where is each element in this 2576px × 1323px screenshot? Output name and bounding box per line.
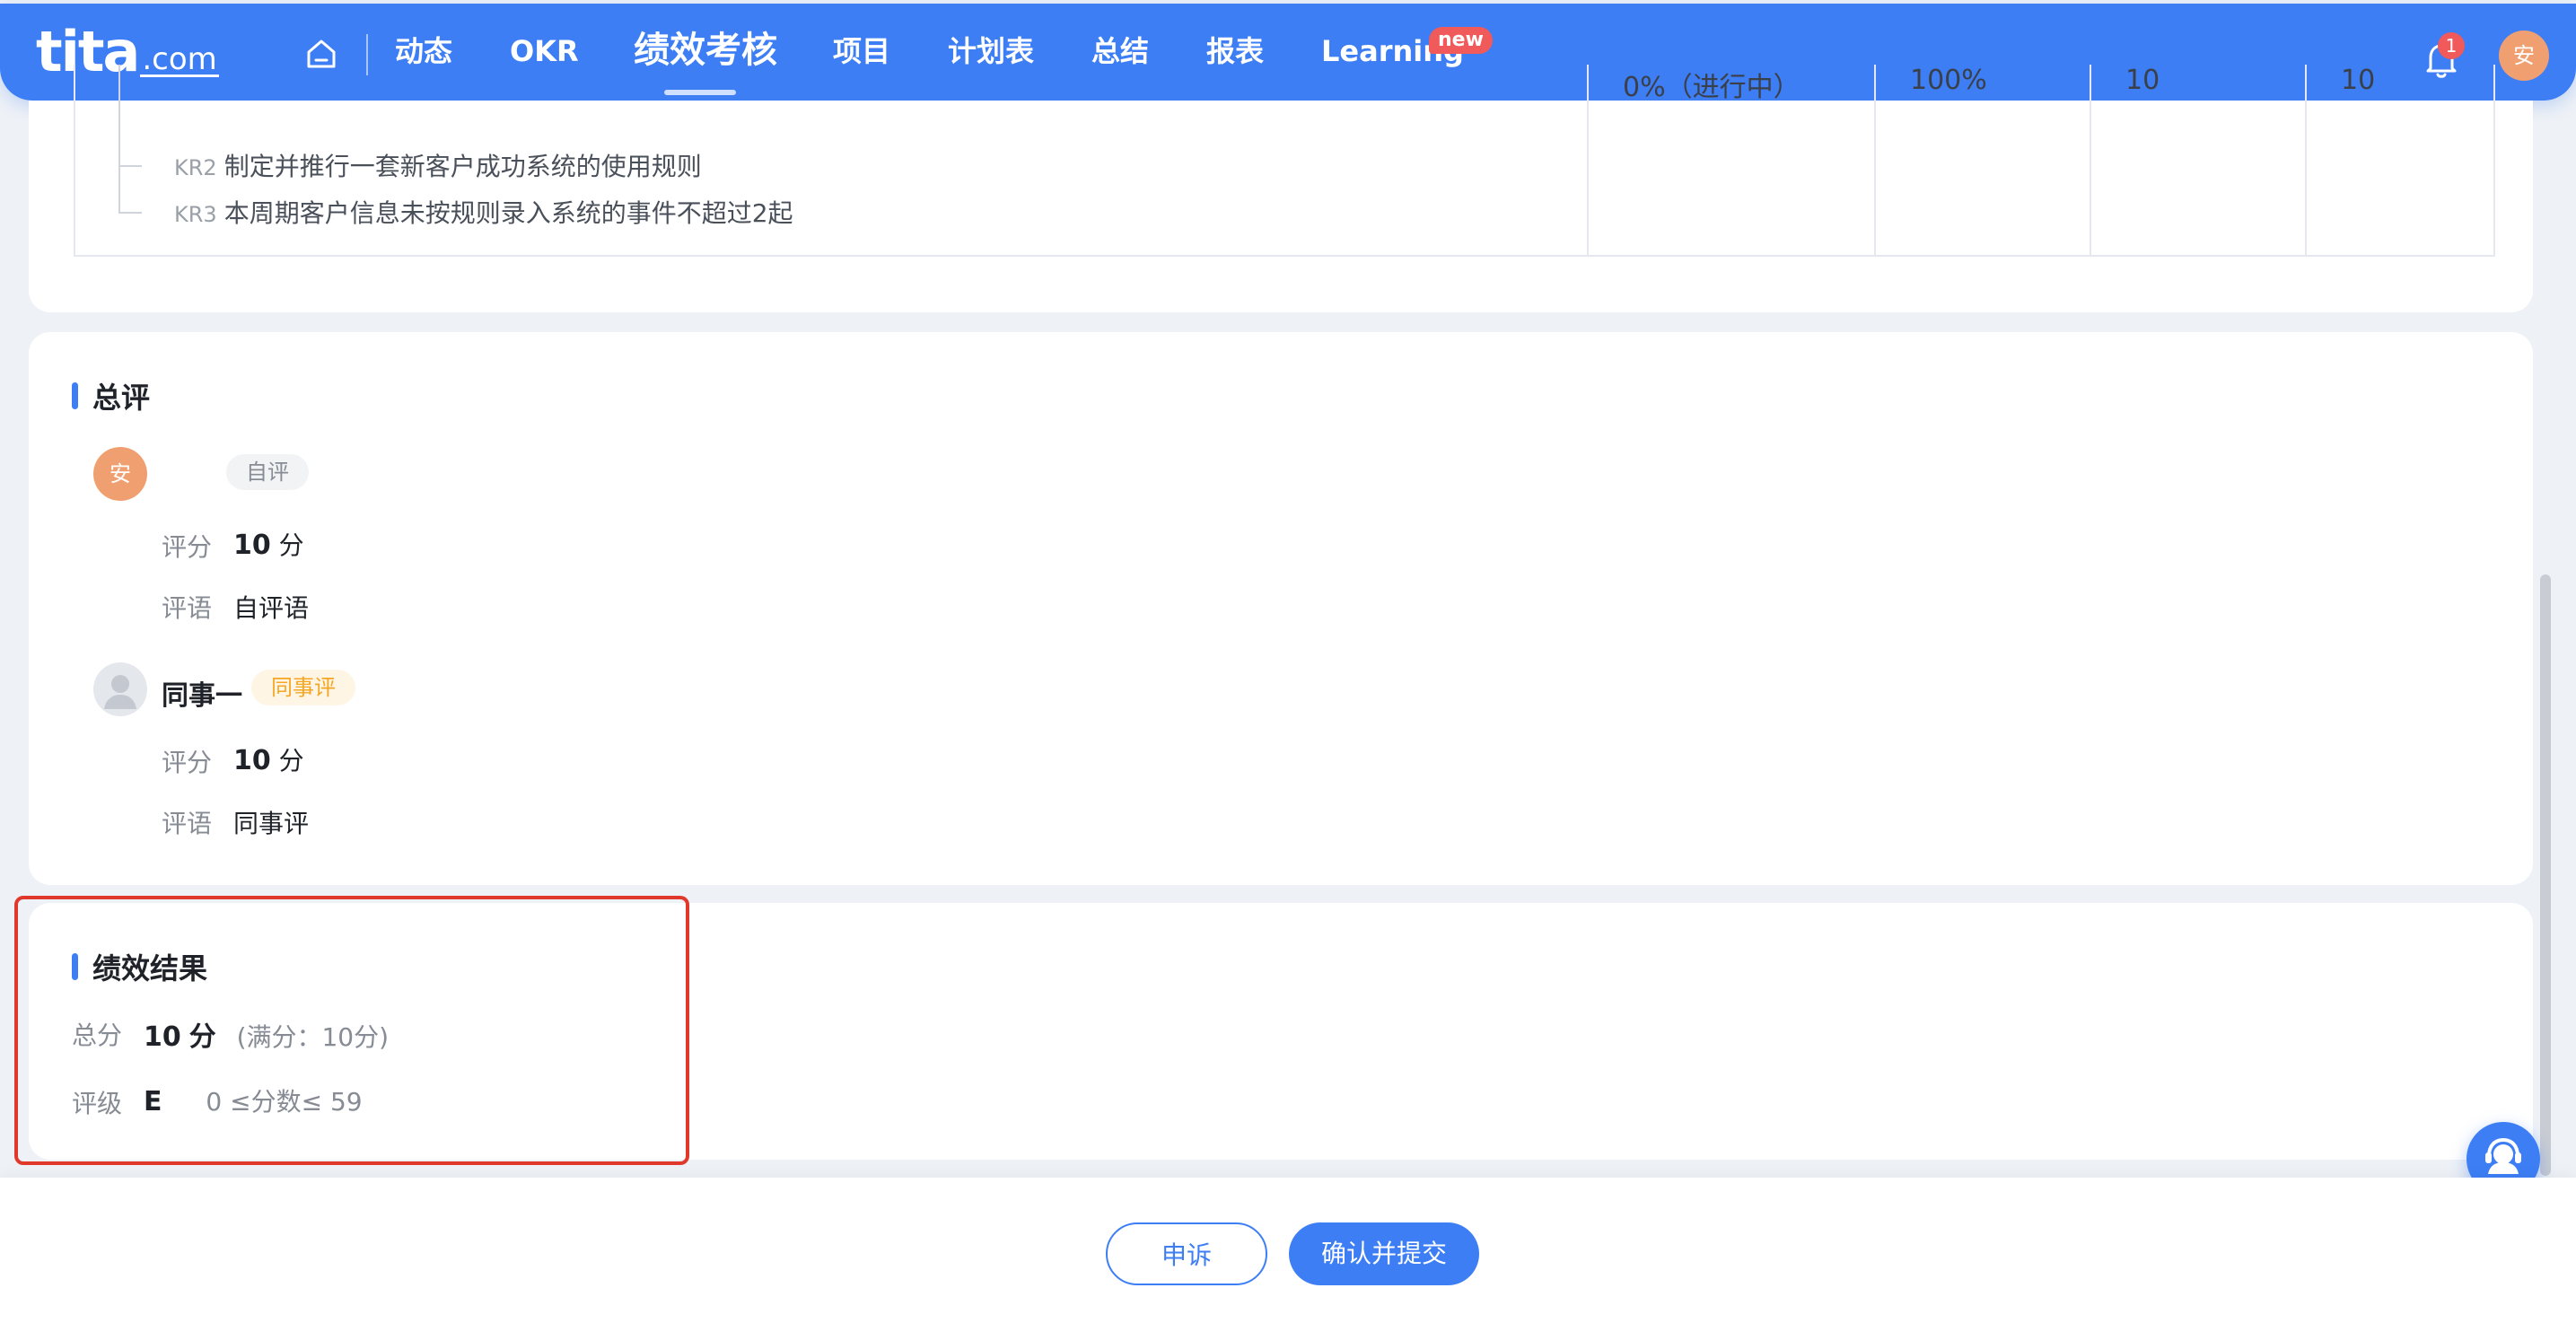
kr-text: 制定并推行一套新客户成功系统的使用规则 <box>223 152 702 181</box>
self-score: 10 分 <box>233 526 304 562</box>
table-column-divider <box>2305 65 2307 255</box>
comment-label: 评语 <box>162 809 213 838</box>
bottom-action-bar: 申诉 确认并提交 <box>0 1178 2576 1323</box>
peer-score: 10 分 <box>233 741 304 777</box>
score-value: 10 <box>233 745 271 776</box>
overall-evaluation-card: 总评 安 自评 评分 10 分 评语 自评语 同事一 同事评 评分 10 分 评… <box>29 332 2533 885</box>
kr-item[interactable]: KR3 本周期客户信息未按规则录入系统的事件不超过2起 <box>174 194 793 230</box>
kr-item[interactable]: KR2 制定并推行一套新客户成功系统的使用规则 <box>174 147 702 183</box>
okr-score-b: 10 <box>2341 65 2376 96</box>
peer-review-tag: 同事评 <box>251 670 355 705</box>
okr-weight: 100% <box>1910 65 1987 96</box>
okr-progress: 0%（进行中） <box>1623 72 1801 103</box>
kr-text: 本周期客户信息未按规则录入系统的事件不超过2起 <box>223 198 793 228</box>
section-title-evaluation: 总评 <box>72 375 150 416</box>
okr-score-a: 10 <box>2125 65 2160 96</box>
avatar: 安 <box>93 447 147 501</box>
notification-count-badge: 1 <box>2438 32 2465 59</box>
peer-name: 同事一 <box>162 680 242 712</box>
table-column-divider <box>1874 65 1876 255</box>
okr-table: 0%（进行中） 100% 10 10 KR2 制定并推行一套新客户成功系统的使用规… <box>74 65 2495 257</box>
highlight-annotation-box <box>14 896 689 1165</box>
table-column-divider <box>1587 65 1589 255</box>
new-badge: new <box>1429 27 1493 54</box>
score-unit: 分 <box>278 746 304 775</box>
comment-label: 评语 <box>162 593 213 623</box>
kr-tag: KR3 <box>174 202 217 227</box>
user-avatar[interactable]: 安 <box>2499 31 2549 81</box>
table-column-divider <box>2090 65 2091 255</box>
okr-card: 0%（进行中） 100% 10 10 KR2 制定并推行一套新客户成功系统的使用规… <box>29 65 2533 312</box>
tree-connector <box>118 65 142 167</box>
page-scrollbar[interactable] <box>2540 574 2551 1176</box>
confirm-submit-button[interactable]: 确认并提交 <box>1289 1222 1479 1285</box>
kr-tag: KR2 <box>174 155 217 180</box>
peer-comment: 同事评 <box>233 809 310 838</box>
person-icon <box>104 675 136 709</box>
appeal-button[interactable]: 申诉 <box>1106 1222 1267 1285</box>
self-review-tag: 自评 <box>226 454 309 490</box>
score-label: 评分 <box>162 532 213 562</box>
tree-connector <box>118 154 142 214</box>
score-unit: 分 <box>278 530 304 560</box>
self-comment: 自评语 <box>233 593 310 623</box>
default-avatar-icon <box>93 662 147 716</box>
score-value: 10 <box>233 530 271 561</box>
score-label: 评分 <box>162 748 213 777</box>
